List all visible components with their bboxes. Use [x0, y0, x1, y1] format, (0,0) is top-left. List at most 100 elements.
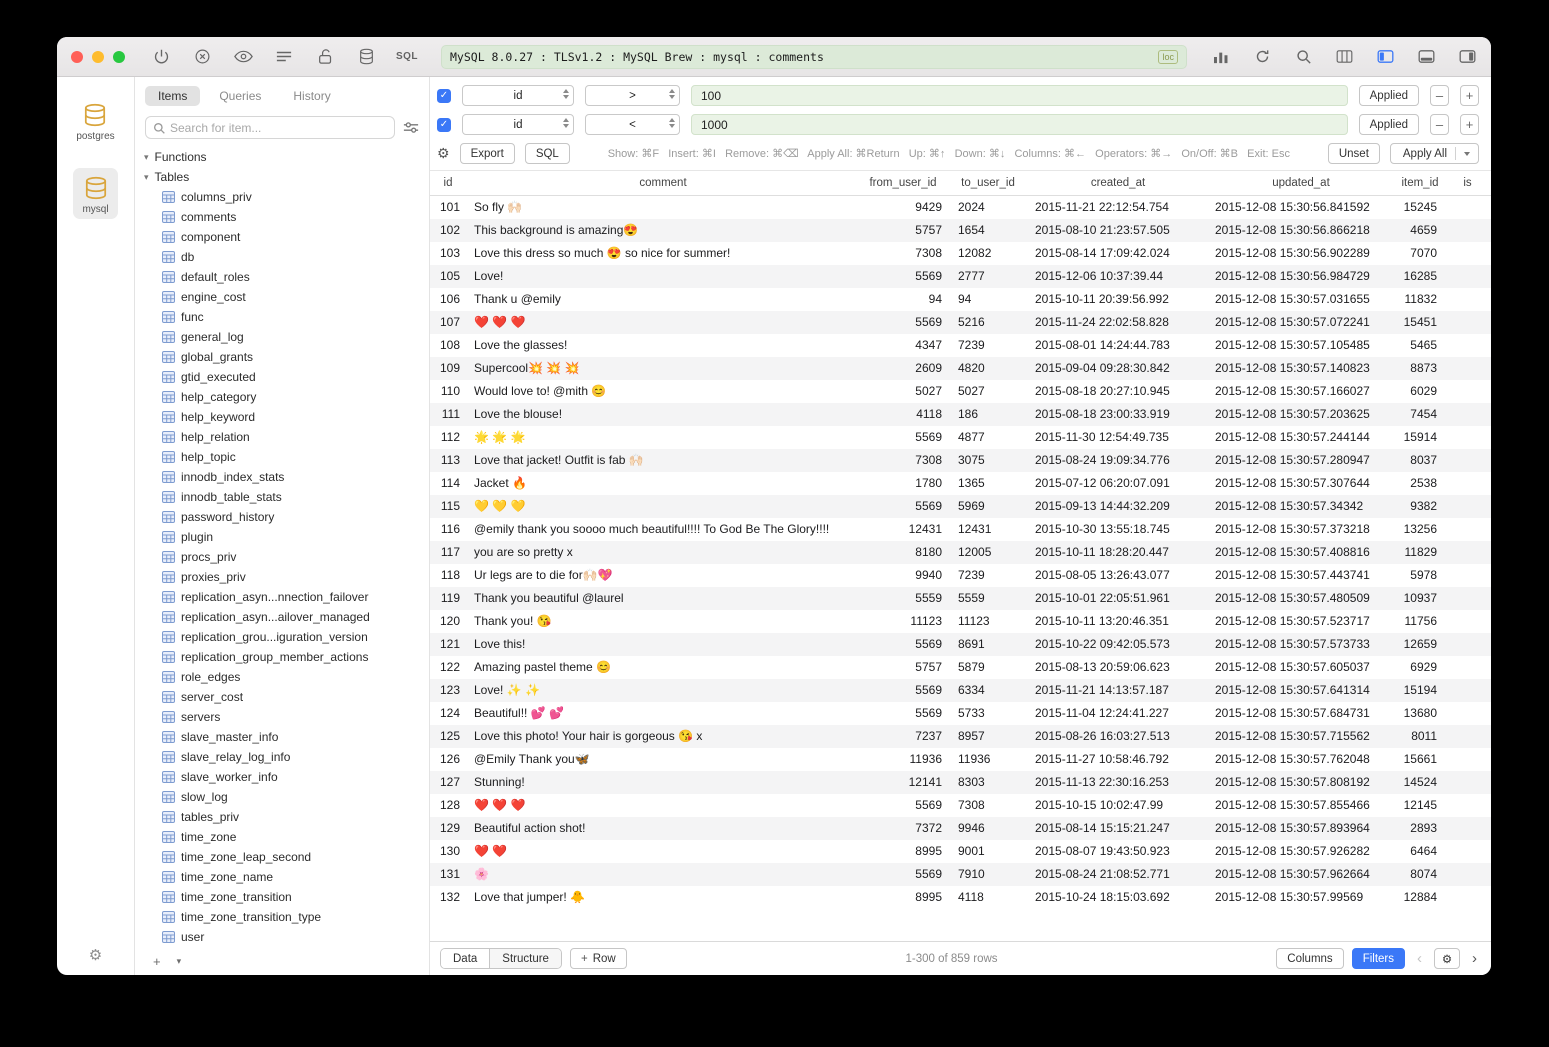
cell-is[interactable]	[1444, 886, 1491, 909]
cell-to_user_id[interactable]: 5733	[946, 702, 1030, 725]
cell-from_user_id[interactable]: 5569	[860, 863, 946, 886]
sidebar-item-table[interactable]: plugin	[135, 527, 429, 547]
cell-from_user_id[interactable]: 94	[860, 288, 946, 311]
cell-comment[interactable]: 💛 💛 💛	[466, 495, 860, 518]
cell-created_at[interactable]: 2015-10-22 09:42:05.573	[1030, 633, 1206, 656]
cell-comment[interactable]: 🌸	[466, 863, 860, 886]
cell-id[interactable]: 113	[430, 449, 466, 472]
cell-from_user_id[interactable]: 12141	[860, 771, 946, 794]
cell-created_at[interactable]: 2015-08-07 19:43:50.923	[1030, 840, 1206, 863]
sidebar-item-table[interactable]: comments	[135, 207, 429, 227]
previous-page-button[interactable]: ‹	[1413, 950, 1426, 967]
sidebar-item-table[interactable]: columns_priv	[135, 187, 429, 207]
sidebar-item-table[interactable]: general_log	[135, 327, 429, 347]
table-row[interactable]: 119Thank you beautiful @laurel5559555920…	[430, 587, 1491, 610]
cell-to_user_id[interactable]: 4820	[946, 357, 1030, 380]
cell-is[interactable]	[1444, 541, 1491, 564]
cell-comment[interactable]: Beautiful action shot!	[466, 817, 860, 840]
cell-updated_at[interactable]: 2015-12-08 15:30:57.926282	[1206, 840, 1396, 863]
table-row[interactable]: 103Love this dress so much 😍 so nice for…	[430, 242, 1491, 265]
minimize-window-button[interactable]	[92, 51, 104, 63]
sidebar-item-table[interactable]: innodb_index_stats	[135, 467, 429, 487]
filter-operator-select[interactable]: <	[585, 114, 680, 135]
cell-item_id[interactable]: 15451	[1396, 311, 1444, 334]
cell-comment[interactable]: Love this dress so much 😍 so nice for su…	[466, 242, 860, 265]
sidebar-item-table[interactable]: role_edges	[135, 667, 429, 687]
table-row[interactable]: 123Love! ✨ ✨556963342015-11-21 14:13:57.…	[430, 679, 1491, 702]
table-row[interactable]: 114Jacket 🔥178013652015-07-12 06:20:07.0…	[430, 472, 1491, 495]
cell-updated_at[interactable]: 2015-12-08 15:30:57.203625	[1206, 403, 1396, 426]
cell-id[interactable]: 110	[430, 380, 466, 403]
cell-item_id[interactable]: 5465	[1396, 334, 1444, 357]
cell-from_user_id[interactable]: 12431	[860, 518, 946, 541]
sidebar-item-table[interactable]: replication_asyn...nnection_failover	[135, 587, 429, 607]
table-row[interactable]: 108Love the glasses!434772392015-08-01 1…	[430, 334, 1491, 357]
cell-to_user_id[interactable]: 4118	[946, 886, 1030, 909]
cell-to_user_id[interactable]: 9946	[946, 817, 1030, 840]
cell-item_id[interactable]: 2893	[1396, 817, 1444, 840]
cell-id[interactable]: 118	[430, 564, 466, 587]
cell-updated_at[interactable]: 2015-12-08 15:30:57.140823	[1206, 357, 1396, 380]
cell-created_at[interactable]: 2015-08-18 23:00:33.919	[1030, 403, 1206, 426]
cell-is[interactable]	[1444, 219, 1491, 242]
table-row[interactable]: 101So fly 🙌🏻942920242015-11-21 22:12:54.…	[430, 196, 1491, 219]
table-row[interactable]: 132Love that jumper! 🐥899541182015-10-24…	[430, 886, 1491, 909]
cell-from_user_id[interactable]: 8995	[860, 840, 946, 863]
database-icon[interactable]	[356, 47, 376, 67]
cell-comment[interactable]: Thank u @emily	[466, 288, 860, 311]
cell-id[interactable]: 116	[430, 518, 466, 541]
column-header-comment[interactable]: comment	[466, 171, 860, 195]
cell-id[interactable]: 126	[430, 748, 466, 771]
cell-id[interactable]: 105	[430, 265, 466, 288]
cell-from_user_id[interactable]: 4347	[860, 334, 946, 357]
cell-is[interactable]	[1444, 311, 1491, 334]
table-row[interactable]: 110Would love to! @mith 😊502750272015-08…	[430, 380, 1491, 403]
rows-icon[interactable]	[274, 47, 294, 67]
cell-from_user_id[interactable]: 5757	[860, 656, 946, 679]
sidebar-item-table[interactable]: procs_priv	[135, 547, 429, 567]
cell-created_at[interactable]: 2015-08-18 20:27:10.945	[1030, 380, 1206, 403]
sidebar-item-table[interactable]: engine_cost	[135, 287, 429, 307]
panel-right-toggle-icon[interactable]	[1457, 47, 1477, 67]
cell-created_at[interactable]: 2015-08-24 19:09:34.776	[1030, 449, 1206, 472]
cell-comment[interactable]: 🌟 🌟 🌟	[466, 426, 860, 449]
cell-updated_at[interactable]: 2015-12-08 15:30:57.605037	[1206, 656, 1396, 679]
cell-updated_at[interactable]: 2015-12-08 15:30:57.373218	[1206, 518, 1396, 541]
cell-to_user_id[interactable]: 2777	[946, 265, 1030, 288]
close-window-button[interactable]	[71, 51, 83, 63]
cell-id[interactable]: 120	[430, 610, 466, 633]
filter-column-select[interactable]: id	[462, 114, 574, 135]
cell-to_user_id[interactable]: 5216	[946, 311, 1030, 334]
cell-from_user_id[interactable]: 5569	[860, 426, 946, 449]
table-columns-icon[interactable]	[1334, 47, 1354, 67]
apply-all-button[interactable]: Apply All	[1390, 143, 1479, 164]
table-row[interactable]: 129Beautiful action shot!737299462015-08…	[430, 817, 1491, 840]
cell-created_at[interactable]: 2015-08-24 21:08:52.771	[1030, 863, 1206, 886]
table-row[interactable]: 102This background is amazing😍5757165420…	[430, 219, 1491, 242]
cell-from_user_id[interactable]: 7308	[860, 449, 946, 472]
cell-item_id[interactable]: 8011	[1396, 725, 1444, 748]
sidebar-item-table[interactable]: slave_master_info	[135, 727, 429, 747]
cell-item_id[interactable]: 7070	[1396, 242, 1444, 265]
cell-updated_at[interactable]: 2015-12-08 15:30:57.443741	[1206, 564, 1396, 587]
cell-is[interactable]	[1444, 748, 1491, 771]
unset-button[interactable]: Unset	[1328, 143, 1380, 164]
cell-from_user_id[interactable]: 5569	[860, 679, 946, 702]
cell-created_at[interactable]: 2015-08-26 16:03:27.513	[1030, 725, 1206, 748]
table-row[interactable]: 107❤️ ❤️ ❤️556952162015-11-24 22:02:58.8…	[430, 311, 1491, 334]
cell-comment[interactable]: you are so pretty x	[466, 541, 860, 564]
cell-comment[interactable]: Jacket 🔥	[466, 472, 860, 495]
cell-id[interactable]: 122	[430, 656, 466, 679]
cell-is[interactable]	[1444, 702, 1491, 725]
cell-created_at[interactable]: 2015-11-27 10:58:46.792	[1030, 748, 1206, 771]
add-item-button[interactable]: +	[145, 953, 169, 970]
table-row[interactable]: 115💛 💛 💛556959692015-09-13 14:44:32.2092…	[430, 495, 1491, 518]
sidebar-item-table[interactable]: help_topic	[135, 447, 429, 467]
cell-item_id[interactable]: 11756	[1396, 610, 1444, 633]
cell-id[interactable]: 132	[430, 886, 466, 909]
cell-comment[interactable]: Love this!	[466, 633, 860, 656]
cell-created_at[interactable]: 2015-07-12 06:20:07.091	[1030, 472, 1206, 495]
cell-is[interactable]	[1444, 472, 1491, 495]
zoom-window-button[interactable]	[113, 51, 125, 63]
sidebar-item-table[interactable]: help_keyword	[135, 407, 429, 427]
